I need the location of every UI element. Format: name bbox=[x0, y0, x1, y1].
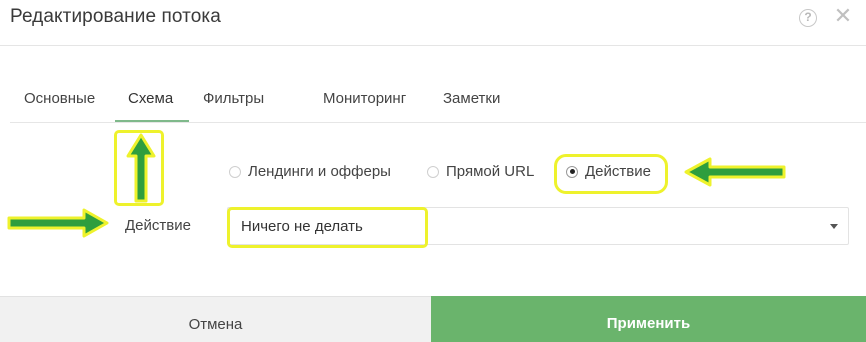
radio-circle-icon bbox=[229, 165, 241, 178]
active-tab-indicator bbox=[115, 120, 189, 122]
caret-down-icon bbox=[830, 224, 838, 229]
radio-label: Прямой URL bbox=[446, 163, 535, 180]
tab-schema[interactable]: Схема bbox=[128, 90, 173, 107]
apply-button[interactable]: Применить bbox=[431, 296, 866, 342]
radio-checked-icon bbox=[566, 165, 578, 178]
cancel-button[interactable]: Отмена bbox=[0, 296, 431, 342]
help-circle-icon[interactable]: ? bbox=[799, 9, 817, 27]
arrow-left-icon bbox=[684, 157, 786, 187]
dialog-title: Редактирование потока bbox=[10, 6, 221, 27]
radio-action[interactable]: Действие bbox=[566, 163, 651, 180]
tab-bar: Основные Схема Фильтры Мониторинг Заметк… bbox=[10, 80, 866, 123]
tab-notes[interactable]: Заметки bbox=[443, 90, 500, 107]
arrow-up-icon bbox=[126, 133, 156, 203]
dialog-header: Редактирование потока ? ✕ bbox=[0, 0, 866, 46]
action-select[interactable]: Ничего не делать bbox=[227, 207, 849, 245]
tab-monitoring[interactable]: Мониторинг bbox=[323, 90, 406, 107]
radio-direct-url[interactable]: Прямой URL bbox=[427, 163, 534, 180]
tab-filters[interactable]: Фильтры bbox=[203, 90, 264, 107]
radio-circle-icon bbox=[427, 165, 439, 178]
action-field-label: Действие bbox=[125, 217, 191, 234]
action-select-value: Ничего не делать bbox=[241, 218, 363, 235]
tab-basic[interactable]: Основные bbox=[24, 90, 95, 107]
radio-label: Действие bbox=[585, 163, 651, 180]
close-icon[interactable]: ✕ bbox=[833, 5, 853, 27]
radio-label: Лендинги и офферы bbox=[248, 163, 391, 180]
dialog-footer: Отмена Применить bbox=[0, 296, 866, 342]
radio-landings-offers[interactable]: Лендинги и офферы bbox=[229, 163, 391, 180]
arrow-right-icon bbox=[7, 208, 109, 238]
